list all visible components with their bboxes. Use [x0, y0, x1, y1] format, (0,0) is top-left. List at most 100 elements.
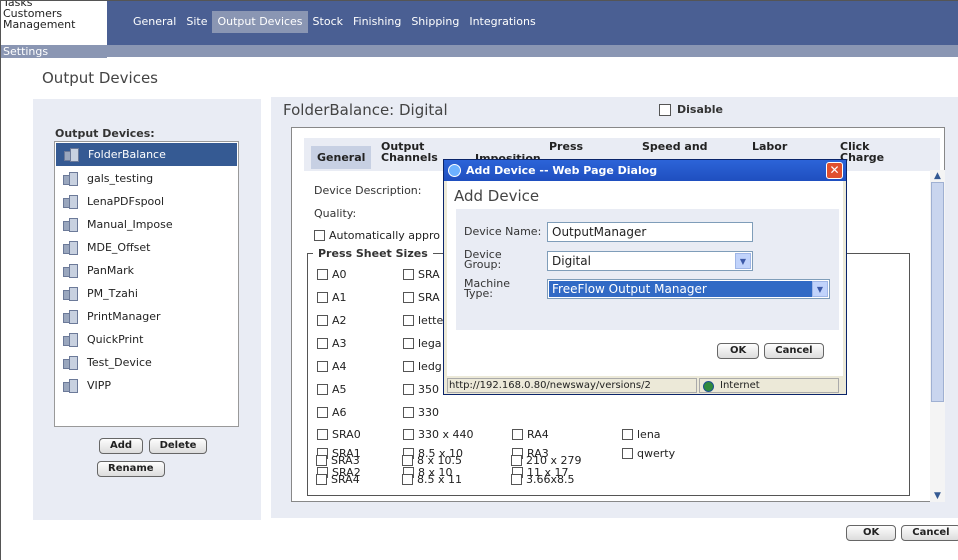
size-checkbox[interactable] — [403, 429, 414, 440]
tab-general[interactable]: General — [128, 11, 181, 33]
device-list-item[interactable]: gals_testing — [55, 167, 238, 190]
auto-approve-option[interactable]: Automatically appro — [314, 229, 440, 242]
size-checkbox[interactable] — [403, 269, 414, 280]
device-name-input[interactable]: OutputManager — [547, 222, 753, 242]
size-label: SRA4 — [331, 473, 360, 486]
device-list-item[interactable]: LenaPDFspool — [55, 190, 238, 213]
size-option[interactable]: SRA3 — [316, 454, 360, 467]
chevron-down-icon[interactable]: ▼ — [735, 253, 751, 269]
device-tab-speed[interactable]: Speed and — [642, 141, 708, 152]
settings-scrollbar[interactable]: ▲ ▼ — [930, 170, 945, 502]
device-group-select[interactable]: Digital ▼ — [547, 251, 753, 271]
size-checkbox[interactable] — [317, 292, 328, 303]
size-option[interactable]: 330 x 440 — [403, 428, 474, 441]
device-list-item[interactable]: PM_Tzahi — [55, 282, 238, 305]
size-option[interactable]: qwerty — [622, 447, 675, 460]
size-checkbox[interactable] — [403, 384, 414, 395]
size-checkbox[interactable] — [512, 429, 523, 440]
size-checkbox[interactable] — [317, 338, 328, 349]
size-option[interactable]: ledg — [403, 360, 442, 373]
size-checkbox[interactable] — [317, 429, 328, 440]
tab-shipping[interactable]: Shipping — [406, 11, 464, 33]
size-option[interactable]: A4 — [317, 360, 347, 373]
size-checkbox[interactable] — [317, 315, 328, 326]
device-tab-general[interactable]: General — [311, 146, 372, 169]
delete-device-button[interactable]: Delete — [148, 438, 208, 454]
size-option[interactable]: 8.5 x 11 — [402, 473, 462, 486]
size-checkbox[interactable] — [511, 455, 522, 466]
device-list-item[interactable]: FolderBalance — [56, 143, 237, 166]
disable-checkbox[interactable] — [659, 103, 671, 116]
menu-item-settings[interactable]: Settings — [1, 45, 107, 58]
device-tab-output-channels[interactable]: Output Channels — [381, 141, 438, 163]
menu-item-management[interactable]: Management — [1, 19, 107, 30]
chevron-down-icon[interactable]: ▼ — [812, 281, 828, 297]
size-option[interactable]: lette — [403, 314, 443, 327]
dialog-cancel-button[interactable]: Cancel — [764, 343, 824, 359]
device-list-item[interactable]: Test_Device — [55, 351, 238, 374]
size-checkbox[interactable] — [316, 474, 327, 485]
rename-device-button[interactable]: Rename — [97, 461, 165, 477]
size-option[interactable]: SRA — [403, 291, 440, 304]
size-checkbox[interactable] — [316, 455, 327, 466]
size-option[interactable]: A6 — [317, 406, 347, 419]
size-option[interactable]: SRA0 — [317, 428, 361, 441]
device-list-item[interactable]: VIPP — [55, 374, 238, 397]
size-option[interactable]: 210 x 279 — [511, 454, 582, 467]
scroll-thumb[interactable] — [931, 182, 944, 402]
size-option[interactable]: A0 — [317, 268, 347, 281]
ok-button[interactable]: OK — [846, 525, 897, 541]
dialog-titlebar[interactable]: Add Device -- Web Page Dialog ✕ — [444, 160, 846, 181]
size-checkbox[interactable] — [403, 315, 414, 326]
size-option[interactable]: SRA4 — [316, 473, 360, 486]
close-icon[interactable]: ✕ — [826, 162, 843, 179]
size-option[interactable]: lega — [403, 337, 442, 350]
size-checkbox[interactable] — [317, 269, 328, 280]
device-list-item[interactable]: PanMark — [55, 259, 238, 282]
size-checkbox[interactable] — [403, 407, 414, 418]
scroll-down-icon[interactable]: ▼ — [930, 490, 945, 502]
device-list-item[interactable]: Manual_Impose — [55, 213, 238, 236]
add-device-button[interactable]: Add — [99, 438, 144, 454]
dialog-ok-button[interactable]: OK — [717, 343, 760, 359]
size-checkbox[interactable] — [317, 361, 328, 372]
size-option[interactable]: A1 — [317, 291, 347, 304]
device-list-item[interactable]: PrintManager — [55, 305, 238, 328]
size-option[interactable]: 3.66x8.5 — [511, 473, 575, 486]
size-checkbox[interactable] — [317, 407, 328, 418]
size-checkbox[interactable] — [317, 384, 328, 395]
size-option[interactable]: RA4 — [512, 428, 549, 441]
cancel-button[interactable]: Cancel — [901, 525, 958, 541]
device-tab-labor[interactable]: Labor — [752, 141, 787, 152]
size-checkbox[interactable] — [403, 361, 414, 372]
tab-site[interactable]: Site — [181, 11, 212, 33]
tab-output-devices[interactable]: Output Devices — [212, 11, 308, 33]
device-tab-press[interactable]: Press — [549, 141, 583, 152]
tab-finishing[interactable]: Finishing — [348, 11, 406, 33]
size-option[interactable]: 8 x 10.5 — [402, 454, 462, 467]
tab-stock[interactable]: Stock — [308, 11, 348, 33]
size-option[interactable]: 330 — [403, 406, 439, 419]
scroll-up-icon[interactable]: ▲ — [930, 170, 945, 182]
device-list[interactable]: FolderBalance gals_testing LenaPDFspool … — [54, 141, 239, 427]
tab-integrations[interactable]: Integrations — [464, 11, 540, 33]
size-option[interactable]: 350 — [403, 383, 439, 396]
size-checkbox[interactable] — [402, 474, 413, 485]
size-checkbox[interactable] — [403, 292, 414, 303]
size-option[interactable]: lena — [622, 428, 661, 441]
size-checkbox[interactable] — [403, 338, 414, 349]
size-checkbox[interactable] — [511, 474, 522, 485]
device-list-item[interactable]: MDE_Offset — [55, 236, 238, 259]
size-option[interactable]: A2 — [317, 314, 347, 327]
size-checkbox[interactable] — [622, 448, 633, 459]
size-checkbox[interactable] — [402, 455, 413, 466]
size-option[interactable]: A5 — [317, 383, 347, 396]
device-list-item[interactable]: QuickPrint — [55, 328, 238, 351]
machine-type-select[interactable]: FreeFlow Output Manager ▼ — [547, 279, 830, 299]
size-checkbox[interactable] — [622, 429, 633, 440]
auto-approve-checkbox[interactable] — [314, 230, 325, 241]
size-option[interactable]: SRA — [403, 268, 440, 281]
disable-toggle[interactable]: Disable — [659, 103, 723, 116]
size-option[interactable]: A3 — [317, 337, 347, 350]
device-description-label: Device Description: — [314, 184, 422, 197]
